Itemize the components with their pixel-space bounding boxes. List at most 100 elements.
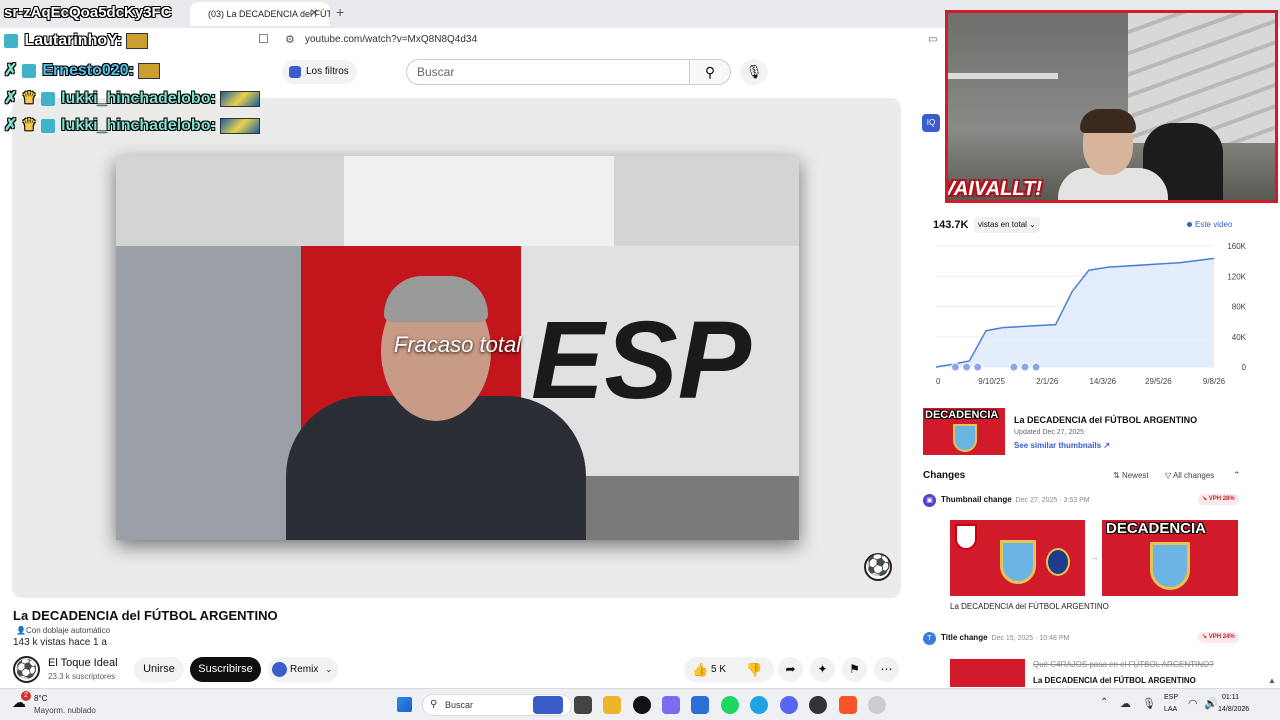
browser-tab[interactable]: (03) La DECADENCIA del FÚTBOL xyxy=(190,2,330,26)
app-icon-grey[interactable] xyxy=(868,696,886,714)
share-icon: ➦ xyxy=(785,662,796,676)
url-text[interactable]: youtube.com/watch?v=MxQ8N8Q4d34 xyxy=(305,34,477,45)
app-icon-dark[interactable] xyxy=(809,696,827,714)
overlay-code: sr-zAqEcQoa5dcKy3FC xyxy=(4,4,172,21)
afa-crest-icon xyxy=(1000,540,1036,584)
chevron-up-icon[interactable]: ⌃ xyxy=(1100,697,1108,708)
chat-badge-icon xyxy=(4,33,18,48)
chevron-down-icon[interactable]: ⌄ xyxy=(325,657,333,682)
soccer-ball-icon: ⚽ xyxy=(864,553,892,581)
thumbnail-before[interactable] xyxy=(950,520,1085,596)
title-change-thumbnail[interactable] xyxy=(950,659,1025,687)
video-caption: Fracaso total xyxy=(393,332,522,357)
more-button[interactable]: ⋯ xyxy=(874,657,899,682)
chart-marker xyxy=(1031,362,1041,372)
like-count: 5 K xyxy=(711,664,727,675)
chat-message: ✗ Ernesto020: xyxy=(4,60,161,80)
thumbs-down-icon[interactable]: 👎 xyxy=(746,657,762,682)
language[interactable]: ESP xyxy=(1164,694,1178,701)
search-button[interactable]: ⚲ xyxy=(689,59,731,85)
keyboard-layout[interactable]: LAA xyxy=(1164,706,1177,713)
app-icon-files[interactable] xyxy=(603,696,621,714)
app-icon-copilot[interactable] xyxy=(662,696,680,714)
chat-user: lukki_hinchadelobo: xyxy=(61,90,216,107)
filter-all-changes[interactable]: ▽ All changes xyxy=(1165,471,1214,480)
channel-name[interactable]: El Toque Ideal xyxy=(48,657,118,669)
title-change-icon: T xyxy=(923,632,936,645)
chat-emote-icon xyxy=(138,62,161,79)
sword-icon: ✗ xyxy=(4,62,18,79)
app-icon-task-view[interactable] xyxy=(574,696,592,714)
old-title: Qué C4RAJOS pasa en el FÚTBOL ARGENTINO? xyxy=(1033,660,1214,669)
thumbnail-after[interactable]: DECADENCIA xyxy=(1102,520,1238,596)
chart-y-tick: 80K xyxy=(1232,303,1246,312)
remix-button[interactable]: Remix ⌄ xyxy=(268,657,338,682)
chevron-up-icon[interactable]: ⌃ xyxy=(1233,470,1241,481)
trend-down-icon: ↘ xyxy=(1202,496,1208,502)
clock-time[interactable]: 01:11 xyxy=(1222,694,1239,701)
close-tab-icon[interactable]: × xyxy=(310,4,318,20)
channel-avatar[interactable]: ⚽ xyxy=(13,656,40,683)
streamer-hair xyxy=(1080,109,1136,133)
voice-search-button[interactable]: 🎙 xyxy=(740,59,768,85)
site-info-icon[interactable]: ⚙ xyxy=(285,33,295,46)
chart-y-tick: 40K xyxy=(1232,333,1246,342)
temperature: 8°C xyxy=(34,694,48,703)
card-video-title: La DECADENCIA del FÚTBOL ARGENTINO xyxy=(1014,415,1198,425)
remix-label: Remix xyxy=(290,664,319,675)
save-button[interactable]: ⚑ xyxy=(842,657,867,682)
chat-user: Ernesto020: xyxy=(42,62,134,79)
more-icon: ⋯ xyxy=(880,662,893,676)
channel-subscribers: 23.3 k suscriptores xyxy=(48,672,116,681)
chat-emote-icon xyxy=(220,90,261,107)
brave-icon[interactable] xyxy=(839,696,857,714)
video-thumbnail[interactable]: DECADENCIA xyxy=(923,408,1005,455)
thumbs-up-icon[interactable]: 👍 xyxy=(692,657,708,682)
similar-thumbnails-link[interactable]: See similar thumbnails ↗ xyxy=(1014,441,1110,450)
app-icon-ai[interactable] xyxy=(533,696,563,714)
chat-badge-icon xyxy=(40,91,55,106)
network-icon[interactable]: ☁ xyxy=(1120,697,1131,710)
app-icon-circle[interactable] xyxy=(633,696,651,714)
spotify-icon[interactable] xyxy=(721,696,739,714)
sparkle-icon: ✦ xyxy=(817,662,828,676)
video-frame: ESP Fracaso total xyxy=(116,156,799,540)
boca-crest-icon xyxy=(1046,548,1070,576)
afa-crest-icon xyxy=(953,424,977,452)
windows-start-icon[interactable] xyxy=(397,697,412,712)
join-button[interactable]: Unirse xyxy=(134,657,184,682)
filters-chip[interactable]: Los filtros xyxy=(282,60,357,84)
ask-button[interactable]: ✦ xyxy=(810,657,835,682)
search-input[interactable]: Buscar xyxy=(406,59,690,85)
stat-select[interactable]: vistas en total ⌄ xyxy=(974,217,1040,233)
change-title: Title change Dec 15, 2025 · 10:48 PM xyxy=(941,633,1070,642)
chart-y-tick: 160K xyxy=(1227,242,1246,251)
frame-shirt xyxy=(344,156,614,246)
share-button[interactable]: ➦ xyxy=(778,657,803,682)
vph-badge: ↘ VPH 24% xyxy=(1198,632,1239,643)
wifi-icon[interactable]: ◠ xyxy=(1188,697,1198,710)
changes-heading: Changes xyxy=(923,470,966,481)
microphone-icon[interactable]: 🎙 xyxy=(1142,697,1156,710)
filters-label: Los filtros xyxy=(306,66,349,77)
video-player[interactable]: ESP Fracaso total ⚽ xyxy=(12,98,901,598)
scroll-up-icon[interactable]: ▲ xyxy=(1268,676,1276,685)
extension-icon[interactable]: IQ xyxy=(922,114,940,132)
crown-icon: ♛ xyxy=(21,117,37,134)
sort-newest[interactable]: ⇅ Newest xyxy=(1113,471,1149,480)
subscribe-button[interactable]: Suscribirse xyxy=(190,657,261,682)
chart-x-tick: 9/10/25 xyxy=(978,377,1005,386)
new-tab-icon[interactable]: + xyxy=(336,4,344,20)
presenter-hair xyxy=(384,276,488,322)
river-crest-icon xyxy=(955,524,977,550)
chart-x-tick: 2/1/26 xyxy=(1036,377,1059,386)
bookmark-icon[interactable]: ☐ xyxy=(258,32,269,46)
chat-message: ✗ ♛ lukki_hinchadelobo: xyxy=(4,115,261,135)
window-icon[interactable]: ▭ xyxy=(928,34,937,45)
edge-icon[interactable] xyxy=(750,696,768,714)
new-title: La DECADENCIA del FÚTBOL ARGENTINO xyxy=(1033,676,1196,685)
discord-icon[interactable] xyxy=(780,696,798,714)
app-icon-store[interactable] xyxy=(691,696,709,714)
clock-date[interactable]: 14/8/2026 xyxy=(1218,706,1249,713)
volume-icon[interactable]: 🔊 xyxy=(1204,697,1218,710)
